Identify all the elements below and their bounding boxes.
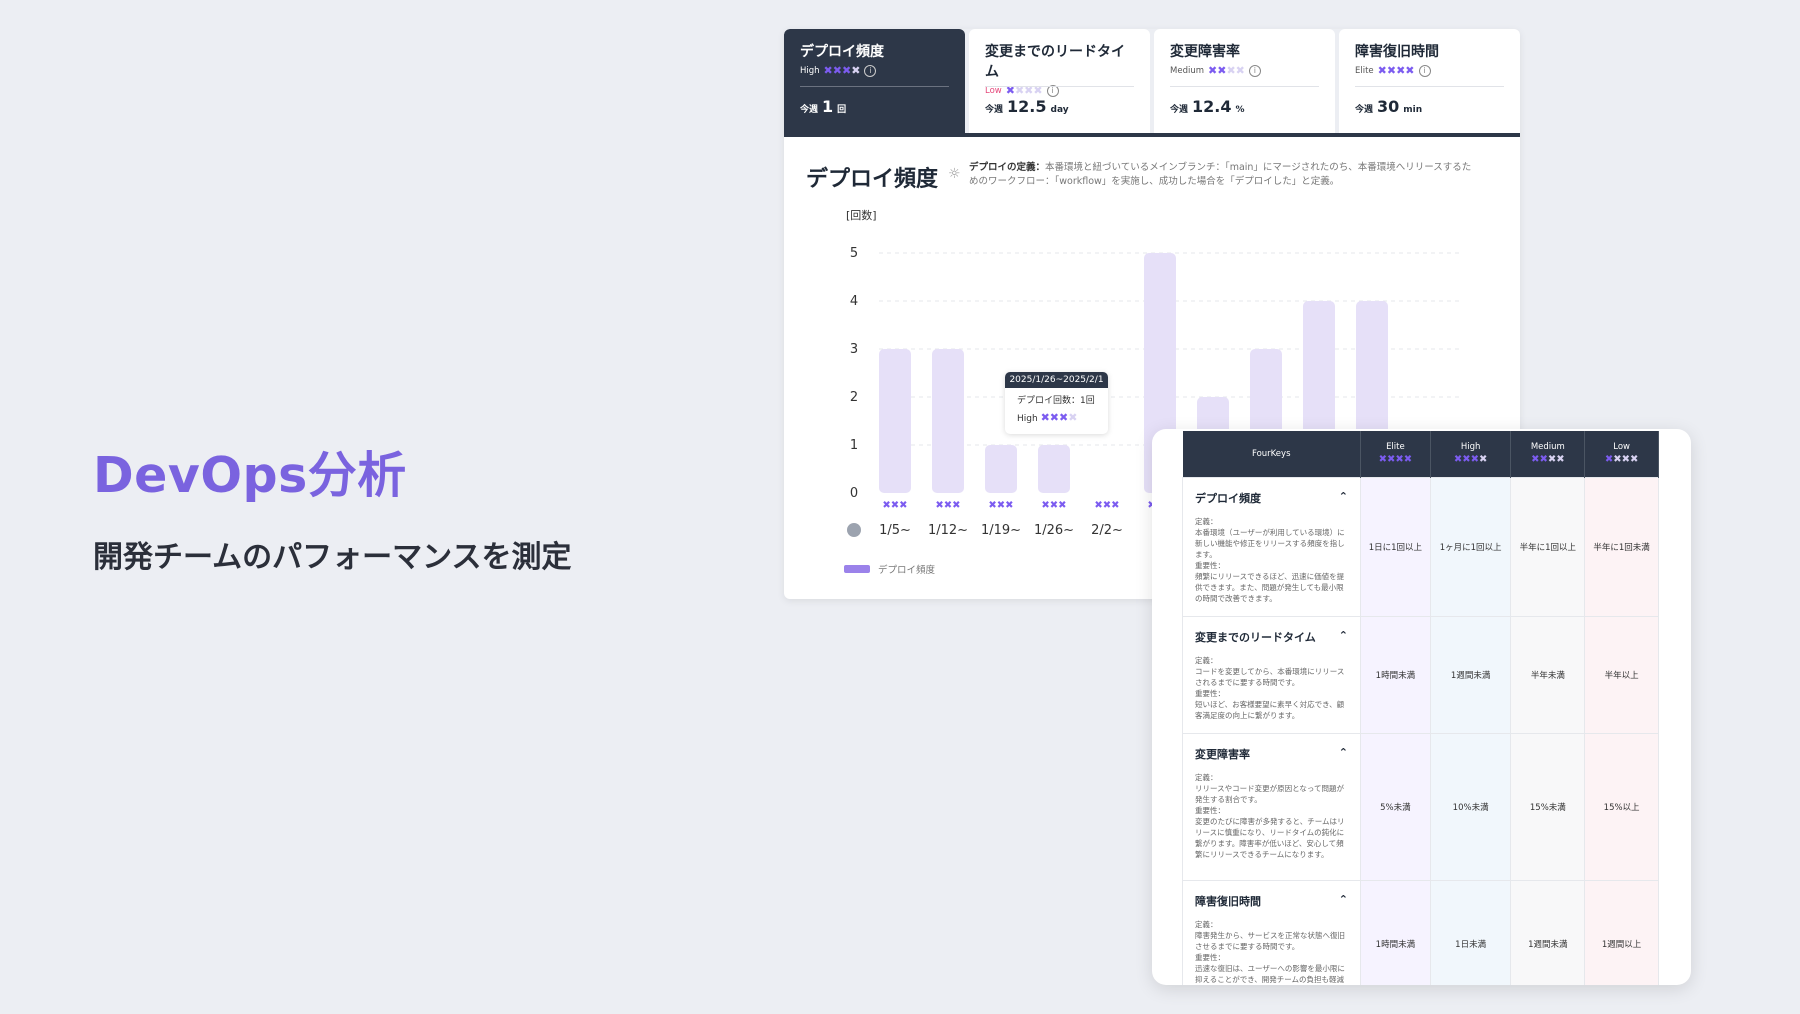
tooltip-level: High — [1017, 414, 1038, 424]
level-stars-icon: ✖✖✖ — [1094, 500, 1119, 511]
y-tick-label: 0 — [850, 486, 858, 501]
x-tick-label: 1/26~ — [1034, 523, 1074, 538]
x-tick-label: 1/5~ — [879, 523, 911, 538]
y-tick-label: 2 — [850, 390, 858, 405]
table-cell: 1時間未満 — [1360, 615, 1431, 734]
row-header-toggle[interactable]: 障害復旧時間 ⌃ — [1195, 893, 1348, 909]
table-cell: 半年に1回未満 — [1584, 476, 1659, 617]
table-cell: 1週間以上 — [1584, 879, 1659, 985]
y-axis-label: [回数] — [846, 209, 877, 222]
row-header-toggle[interactable]: デプロイ頻度 ⌃ — [1195, 490, 1348, 506]
level-stars-icon: ✖✖✖ — [1041, 500, 1066, 511]
bar — [985, 445, 1017, 493]
prev-arrow-icon[interactable] — [847, 523, 861, 537]
table-cell: 15%未満 — [1510, 732, 1586, 881]
x-tick-label: 1/12~ — [928, 523, 968, 538]
table-header-fourkeys: FourKeys — [1182, 431, 1361, 477]
fourkeys-table-card: FourKeys Elite ✖✖✖✖ High ✖✖✖✖ Medium ✖✖✖✖ L… — [1152, 429, 1691, 985]
table-cell: 1時間未満 — [1360, 879, 1431, 985]
chevron-up-icon[interactable]: ⌃ — [1339, 746, 1348, 762]
table-header-low: Low ✖✖✖✖ — [1584, 431, 1659, 477]
chart-tooltip: 2025/1/26~2025/2/1 デプロイ回数：1回 High ✖✖✖✖ — [1005, 372, 1108, 434]
bar — [1038, 445, 1070, 493]
bar — [879, 349, 911, 493]
row-description: 定義： コードを変更してから、本番環境にリリースされるまでに要する時間です。 重… — [1195, 655, 1345, 720]
table-cell: 1日に1回以上 — [1360, 476, 1431, 617]
chevron-up-icon[interactable]: ⌃ — [1339, 629, 1348, 645]
table-header-high: High ✖✖✖✖ — [1430, 431, 1512, 477]
chart-description: デプロイの定義：本番環境と紐づいているメインブランチ：「main」にマージされた… — [969, 162, 1472, 187]
row-description: 定義： 障害発生から、サービスを正常な状態へ復旧させるまでに要する時間です。 重… — [1195, 919, 1345, 984]
y-tick-label: 3 — [850, 342, 858, 357]
level-stars-icon: ✖✖✖✖ — [1531, 454, 1565, 466]
chart-legend: デプロイ頻度 — [844, 562, 935, 576]
table-cell: 5%未満 — [1360, 732, 1431, 881]
table-row: 障害復旧時間 ⌃ 定義： 障害発生から、サービスを正常な状態へ復旧させるまでに要する… — [1182, 879, 1659, 985]
y-tick-label: 5 — [850, 246, 858, 261]
level-stars-icon: ✖✖✖✖ — [1378, 454, 1413, 466]
legend-label: デプロイ頻度 — [878, 565, 936, 576]
table-cell: 1週間未満 — [1429, 615, 1512, 734]
table-cell: 1日未満 — [1429, 879, 1512, 985]
table-cell: 半年以上 — [1584, 615, 1659, 734]
y-tick-label: 1 — [850, 438, 858, 453]
table-cell: 15%以上 — [1584, 732, 1659, 881]
x-tick-label: 2/2~ — [1091, 523, 1123, 538]
tooltip-range: 2025/1/26~2025/2/1 — [1005, 372, 1108, 388]
table-cell: 10%未満 — [1429, 732, 1512, 881]
table-cell: 半年に1回以上 — [1510, 476, 1586, 617]
table-row: デプロイ頻度 ⌃ 定義： 本番環境（ユーザーが利用している環境）に新しい機能や修正を… — [1182, 476, 1659, 617]
chevron-up-icon[interactable]: ⌃ — [1339, 490, 1348, 506]
table-row: 変更障害率 ⌃ 定義： リリースやコード変更が原因となって問題が発生する割合です。 … — [1182, 732, 1659, 881]
level-stars-icon: ✖✖✖✖ — [1040, 411, 1078, 424]
level-stars-icon: ✖✖✖✖ — [1453, 454, 1488, 466]
row-description: 定義： リリースやコード変更が原因となって問題が発生する割合です。 重要性： 変… — [1195, 772, 1345, 859]
lightbulb-icon: ☼ — [948, 166, 961, 182]
table-row: 変更までのリードタイム ⌃ 定義： コードを変更してから、本番環境にリリースされるま… — [1182, 615, 1659, 734]
table-header-elite: Elite ✖✖✖✖ — [1360, 431, 1431, 477]
bar — [932, 349, 964, 493]
row-header-toggle[interactable]: 変更障害率 ⌃ — [1195, 746, 1348, 762]
level-stars-icon: ✖✖✖ — [988, 500, 1013, 511]
y-tick-label: 4 — [850, 294, 858, 309]
hero-subtitle: 開発チームのパフォーマンスを測定 — [93, 540, 572, 575]
x-tick-label: 1/19~ — [981, 523, 1021, 538]
table-cell: 半年未満 — [1510, 615, 1586, 734]
row-header-toggle[interactable]: 変更までのリードタイム ⌃ — [1195, 629, 1348, 645]
hero-title: DevOps分析 — [93, 447, 407, 504]
level-stars-icon: ✖✖✖✖ — [1604, 454, 1639, 466]
level-stars-icon: ✖✖✖ — [882, 500, 907, 511]
fourkeys-table: FourKeys Elite ✖✖✖✖ High ✖✖✖✖ Medium ✖✖✖✖ L… — [1182, 431, 1659, 985]
chevron-up-icon[interactable]: ⌃ — [1339, 893, 1348, 909]
chart-title: デプロイ頻度 — [806, 167, 939, 192]
legend-swatch — [844, 565, 870, 573]
table-header-medium: Medium ✖✖✖✖ — [1510, 431, 1586, 477]
table-cell: 1週間未満 — [1510, 879, 1586, 985]
row-description: 定義： 本番環境（ユーザーが利用している環境）に新しい機能や修正をリリースする頻… — [1195, 516, 1345, 603]
table-cell: 1ヶ月に1回以上 — [1429, 476, 1512, 617]
tooltip-count: デプロイ回数：1回 — [1017, 396, 1095, 406]
level-stars-icon: ✖✖✖ — [935, 500, 960, 511]
